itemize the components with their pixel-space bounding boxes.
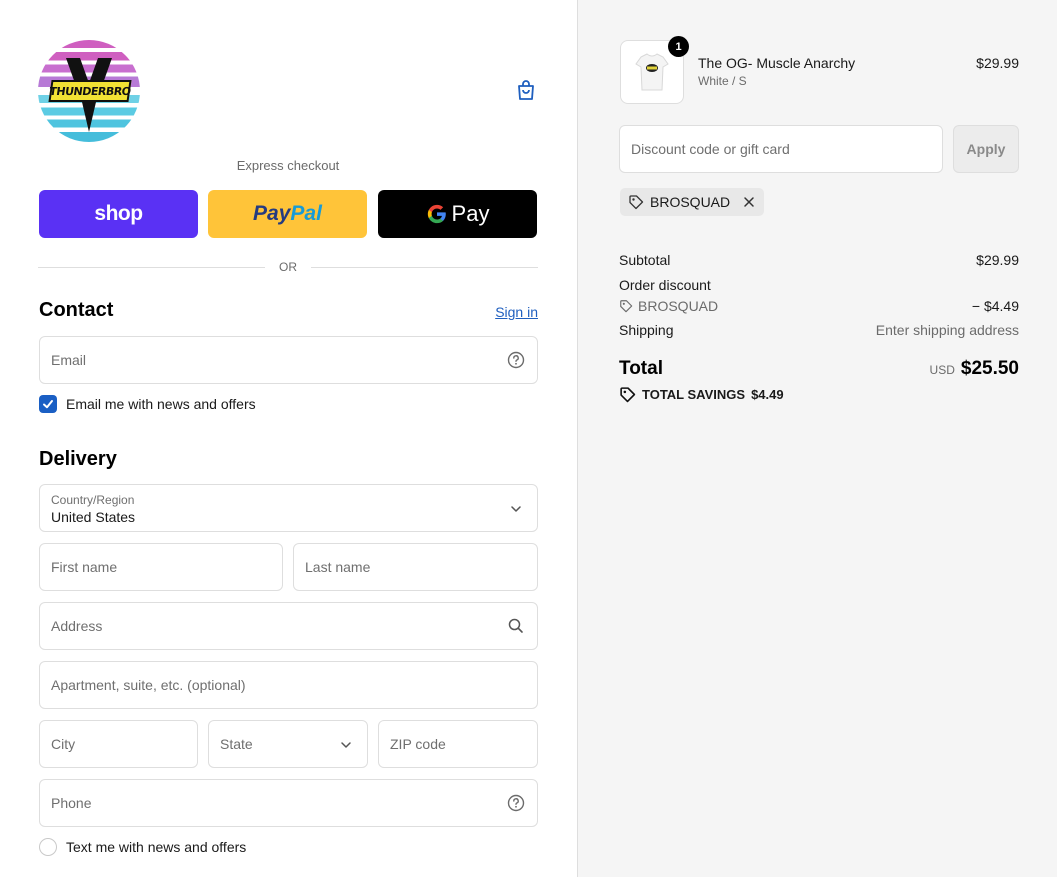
logo-wordmark: THUNDERBRO xyxy=(48,80,132,102)
country-select[interactable]: Country/Region United States xyxy=(39,484,538,532)
last-name-input[interactable] xyxy=(294,544,537,590)
subtotal-label: Subtotal xyxy=(619,252,671,268)
total-amount: $25.50 xyxy=(960,358,1019,379)
phone-field[interactable] xyxy=(39,779,538,827)
store-logo[interactable]: THUNDERBRO xyxy=(38,40,140,142)
express-checkout-label: Express checkout xyxy=(236,158,340,173)
total-savings-row: TOTAL SAVINGS $4.49 xyxy=(619,386,784,403)
last-name-field[interactable] xyxy=(293,543,538,591)
discount-code-field[interactable] xyxy=(619,125,943,173)
checkmark-icon xyxy=(43,400,53,409)
product-price: $29.99 xyxy=(976,55,1019,71)
search-icon[interactable] xyxy=(507,617,525,635)
email-optin-label: Email me with news and offers xyxy=(66,396,256,412)
paypal-button[interactable]: Pay Pal xyxy=(208,190,367,238)
close-icon[interactable] xyxy=(742,195,756,209)
or-label: OR xyxy=(279,260,297,274)
product-variant: White / S xyxy=(698,74,747,88)
apartment-input[interactable] xyxy=(40,662,537,708)
city-input[interactable] xyxy=(40,721,197,767)
apartment-field[interactable] xyxy=(39,661,538,709)
applied-discount-code: BROSQUAD xyxy=(650,194,731,210)
address-input[interactable] xyxy=(40,603,537,649)
city-field[interactable] xyxy=(39,720,198,768)
phone-input[interactable] xyxy=(40,780,537,826)
shipping-value: Enter shipping address xyxy=(875,322,1019,338)
quantity-badge: 1 xyxy=(668,36,689,57)
paypal-pal-text: Pal xyxy=(290,202,322,225)
discount-value: − $4.49 xyxy=(971,298,1019,314)
sign-in-link[interactable]: Sign in xyxy=(480,304,538,320)
discount-code-input[interactable] xyxy=(620,126,942,172)
apply-discount-button[interactable]: Apply xyxy=(953,125,1019,173)
google-pay-button[interactable]: Pay xyxy=(378,190,537,238)
email-optin-row[interactable]: Email me with news and offers xyxy=(39,395,256,413)
help-icon[interactable] xyxy=(507,794,525,812)
zip-input[interactable] xyxy=(379,721,537,767)
state-select[interactable] xyxy=(208,720,368,768)
product-name: The OG- Muscle Anarchy xyxy=(698,55,856,71)
paypal-pay-text: Pay xyxy=(253,202,291,225)
applied-discount-chip: BROSQUAD xyxy=(620,188,765,216)
total-savings-value: $4.49 xyxy=(751,387,784,402)
help-icon[interactable] xyxy=(507,351,525,369)
address-field[interactable] xyxy=(39,602,538,650)
delivery-heading: Delivery xyxy=(39,448,117,470)
google-g-icon xyxy=(427,204,446,224)
divider-line xyxy=(38,266,265,268)
google-pay-label: Pay xyxy=(451,201,490,226)
chevron-down-icon xyxy=(341,742,351,748)
sms-optin-checkbox[interactable] xyxy=(39,838,57,856)
discount-code-row: BROSQUAD xyxy=(619,298,718,314)
subtotal-value: $29.99 xyxy=(976,252,1019,268)
tag-icon xyxy=(620,300,633,313)
divider-line xyxy=(311,266,538,268)
shopping-bag-icon[interactable] xyxy=(514,78,538,102)
total-currency: USD xyxy=(929,363,955,377)
shop-pay-button[interactable]: shop xyxy=(39,190,198,238)
or-divider: OR xyxy=(38,258,538,276)
sms-optin-row[interactable]: Text me with news and offers xyxy=(39,838,246,856)
shop-pay-label: shop xyxy=(94,202,143,225)
total-price: USD $25.50 xyxy=(800,358,1019,380)
first-name-field[interactable] xyxy=(39,543,283,591)
first-name-input[interactable] xyxy=(40,544,282,590)
order-discount-label: Order discount xyxy=(619,277,711,293)
discount-code-text: BROSQUAD xyxy=(638,298,719,314)
country-value: United States xyxy=(51,509,136,525)
email-field[interactable] xyxy=(39,336,538,384)
tag-icon xyxy=(620,387,636,403)
total-label: Total xyxy=(619,358,663,379)
tag-icon xyxy=(629,195,644,210)
sms-optin-label: Text me with news and offers xyxy=(66,839,247,855)
email-optin-checkbox[interactable] xyxy=(39,395,57,413)
total-savings-label: TOTAL SAVINGS xyxy=(642,387,746,402)
checkout-form-panel: THUNDERBRO Express checkout shop Pay Pal … xyxy=(0,0,578,877)
shipping-label: Shipping xyxy=(619,322,674,338)
country-label: Country/Region xyxy=(51,493,135,507)
chevron-down-icon xyxy=(511,506,521,512)
email-input[interactable] xyxy=(40,337,537,383)
zip-field[interactable] xyxy=(378,720,538,768)
contact-heading: Contact xyxy=(39,299,114,321)
